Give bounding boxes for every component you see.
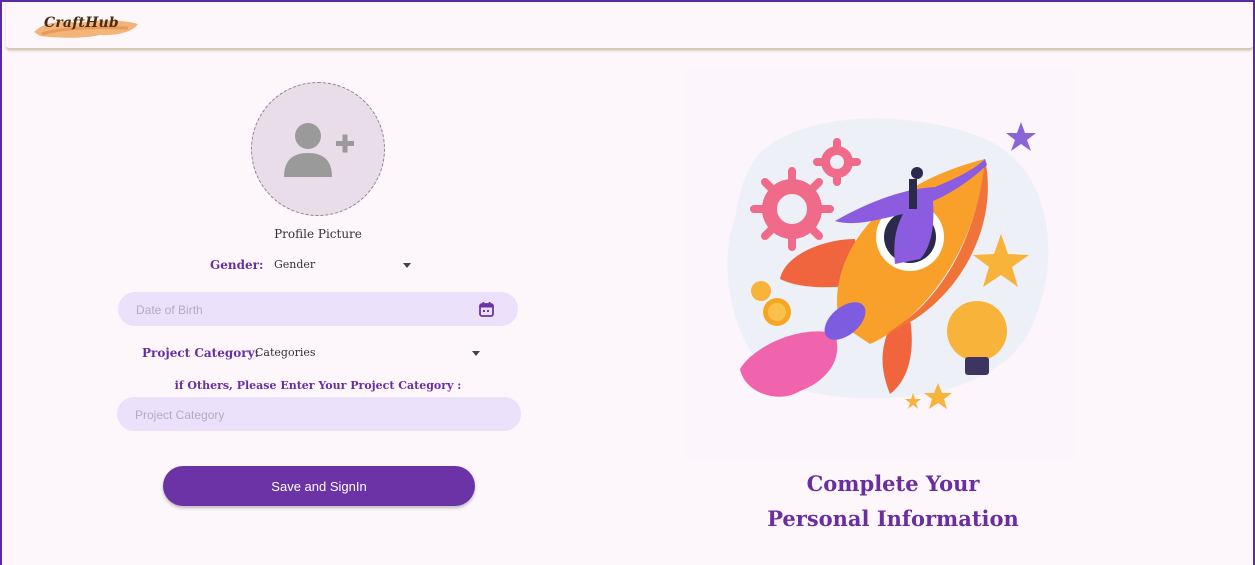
app-bar: CraftHub [6,2,1253,50]
project-category-input[interactable] [133,397,461,433]
project-category-field[interactable] [117,397,521,433]
gender-value[interactable]: Gender [274,258,315,271]
date-of-birth-field[interactable] [118,292,518,328]
calendar-icon[interactable] [479,302,494,317]
page-headline: Complete Your Personal Information [685,466,1101,536]
headline-line-2: Personal Information [767,506,1019,531]
add-person-icon [284,123,354,177]
project-category-label: Project Category: [142,346,259,360]
caret-down-icon[interactable] [403,263,411,268]
headline-line-1: Complete Your [806,471,980,496]
profile-picture-picker[interactable] [251,82,385,216]
rocket-illustration [685,69,1077,461]
rocket-launch-image [727,118,1049,409]
save-and-signin-button[interactable]: Save and SignIn [163,466,475,506]
other-category-hint: if Others, Please Enter Your Project Cat… [174,379,462,392]
project-category-value[interactable]: Categories [255,346,316,359]
date-of-birth-input[interactable] [134,292,458,328]
profile-picture-label: Profile Picture [274,227,362,241]
logo[interactable]: CraftHub [44,15,119,31]
gender-select[interactable]: Gender: Gender [210,257,420,275]
gender-label: Gender: [210,258,264,272]
project-category-select[interactable]: Project Category: Categories [142,345,487,363]
caret-down-icon[interactable] [472,351,480,356]
